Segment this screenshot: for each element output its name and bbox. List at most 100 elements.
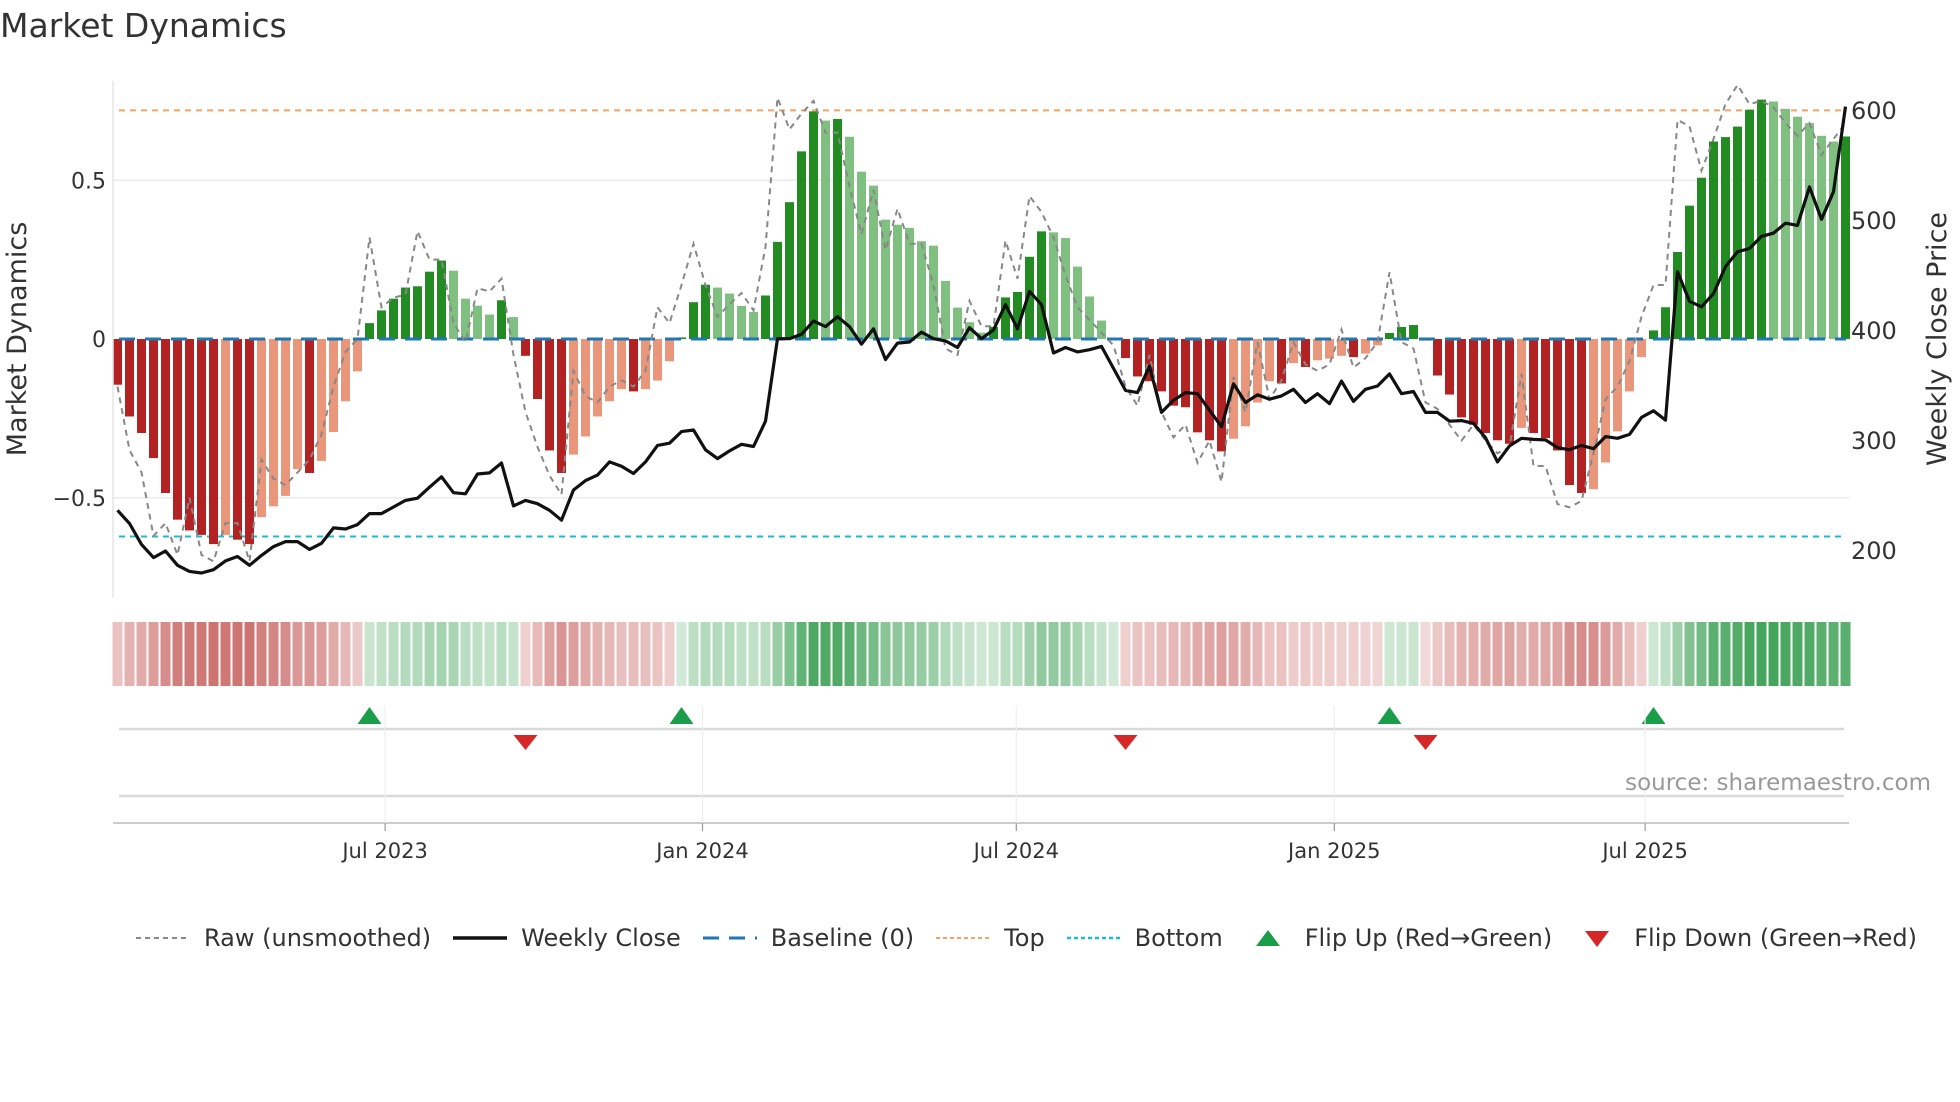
dynamics-bar — [1361, 339, 1370, 354]
heat-strip-cell — [904, 622, 915, 686]
heat-strip-cell — [1108, 622, 1119, 686]
dynamics-bar — [857, 171, 866, 339]
heat-strip-cell — [1216, 622, 1227, 686]
heat-strip-cell — [1252, 622, 1263, 686]
heat-strip-cell — [364, 622, 375, 686]
legend-label: Bottom — [1134, 924, 1223, 952]
source-note: source: sharemaestro.com — [1625, 770, 1931, 796]
heat-strip-cell — [376, 622, 387, 686]
dynamics-bar — [461, 298, 470, 339]
flip-up-marker — [1377, 707, 1402, 724]
legend-label: Weekly Close — [521, 924, 681, 952]
dynamics-bar — [353, 339, 362, 372]
dynamics-bar — [1169, 339, 1178, 406]
heat-strip-cell — [1420, 622, 1431, 686]
x-tick-label: Jul 2024 — [972, 839, 1059, 863]
heat-strip-cell — [736, 622, 747, 686]
heat-strip-cell — [1264, 622, 1275, 686]
heat-strip-cell — [1228, 622, 1239, 686]
heat-strip-cell — [1468, 622, 1479, 686]
heat-strip-cell — [1060, 622, 1071, 686]
heat-strip-cell — [1096, 622, 1107, 686]
heat-strip-cell — [508, 622, 519, 686]
heat-strip-cell — [544, 622, 555, 686]
heat-strip-cell — [268, 622, 279, 686]
triangle-down-icon — [1585, 931, 1610, 947]
heat-strip-cell — [112, 622, 123, 686]
heat-strip-cell — [352, 622, 363, 686]
dynamics-bar — [1193, 339, 1202, 433]
dynamics-bar — [1553, 339, 1562, 451]
heat-strip-cell — [256, 622, 267, 686]
heat-strip-cell — [1144, 622, 1155, 686]
heat-strip-cell — [676, 622, 687, 686]
heat-strip-cell — [328, 622, 339, 686]
dynamics-bar — [413, 286, 422, 339]
heat-strip-cell — [724, 622, 735, 686]
heat-strip-cell — [340, 622, 351, 686]
flip-up-marker — [669, 707, 694, 724]
heat-strip-cell — [496, 622, 507, 686]
heat-strip-cell — [1828, 622, 1839, 686]
heat-strip-cell — [400, 622, 411, 686]
heat-strip-cell — [964, 622, 975, 686]
heat-strip-cell — [160, 622, 171, 686]
y-tick-label: 0.5 — [71, 169, 106, 194]
heat-strip-cell — [1564, 622, 1575, 686]
heat-strip-cell — [1528, 622, 1539, 686]
heat-strip-cell — [1684, 622, 1695, 686]
y-tick-label: −0.5 — [53, 487, 106, 512]
heat-strip-cell — [784, 622, 795, 686]
heat-strip-cell — [880, 622, 891, 686]
heat-strip-cell — [1024, 622, 1035, 686]
heat-strip-cell — [1744, 622, 1755, 686]
dynamics-bar — [233, 339, 242, 540]
dynamics-bar — [473, 305, 482, 339]
y2-tick-label: 600 — [1851, 97, 1897, 125]
dynamics-bar — [569, 339, 578, 455]
heat-strip-cell — [712, 622, 723, 686]
dynamics-bar — [1061, 238, 1070, 339]
heat-strip-cell — [316, 622, 327, 686]
heat-strip-cell — [796, 622, 807, 686]
dynamics-bar — [1529, 339, 1538, 433]
x-tick-label: Jan 2024 — [654, 839, 749, 863]
dynamics-bar — [1073, 266, 1082, 339]
x-tick-label: Jul 2023 — [340, 839, 427, 863]
heat-strip-cell — [136, 622, 147, 686]
dynamics-bar — [509, 317, 518, 339]
dynamics-bar — [1325, 339, 1334, 359]
triangle-up-icon — [1255, 930, 1280, 946]
heat-strip-cell — [1492, 622, 1503, 686]
heat-strip-cell — [952, 622, 963, 686]
dynamics-bar — [845, 136, 854, 339]
heat-strip-cell — [1648, 622, 1659, 686]
dynamics-bar — [1769, 101, 1778, 339]
legend-label: Flip Down (Green→Red) — [1634, 924, 1917, 952]
heat-strip-cell — [1732, 622, 1743, 686]
dynamics-bar — [281, 339, 290, 496]
dynamics-bar — [893, 224, 902, 339]
heat-strip-cell — [280, 622, 291, 686]
dynamics-bar — [641, 339, 650, 390]
heat-strip-cell — [1048, 622, 1059, 686]
y-tick-label: 0 — [92, 328, 106, 353]
legend-label: Top — [1004, 924, 1045, 952]
dynamics-bar — [437, 260, 446, 339]
heat-strip-cell — [616, 622, 627, 686]
heat-strip-cell — [1036, 622, 1047, 686]
heat-strip-cell — [628, 622, 639, 686]
dynamics-bar — [1433, 339, 1442, 376]
dynamics-bar — [1517, 339, 1526, 428]
dynamics-bar — [653, 339, 662, 381]
heat-strip-cell — [1300, 622, 1311, 686]
dynamics-bar — [545, 339, 554, 451]
dynamics-bar — [1469, 339, 1478, 425]
flip-down-marker — [513, 735, 538, 750]
heat-strip-cell — [472, 622, 483, 686]
heat-strip-cell — [1552, 622, 1563, 686]
heat-strip-cell — [1516, 622, 1527, 686]
heat-strip-cell — [1372, 622, 1383, 686]
heat-strip-cell — [1600, 622, 1611, 686]
dynamics-bar — [1457, 339, 1466, 418]
